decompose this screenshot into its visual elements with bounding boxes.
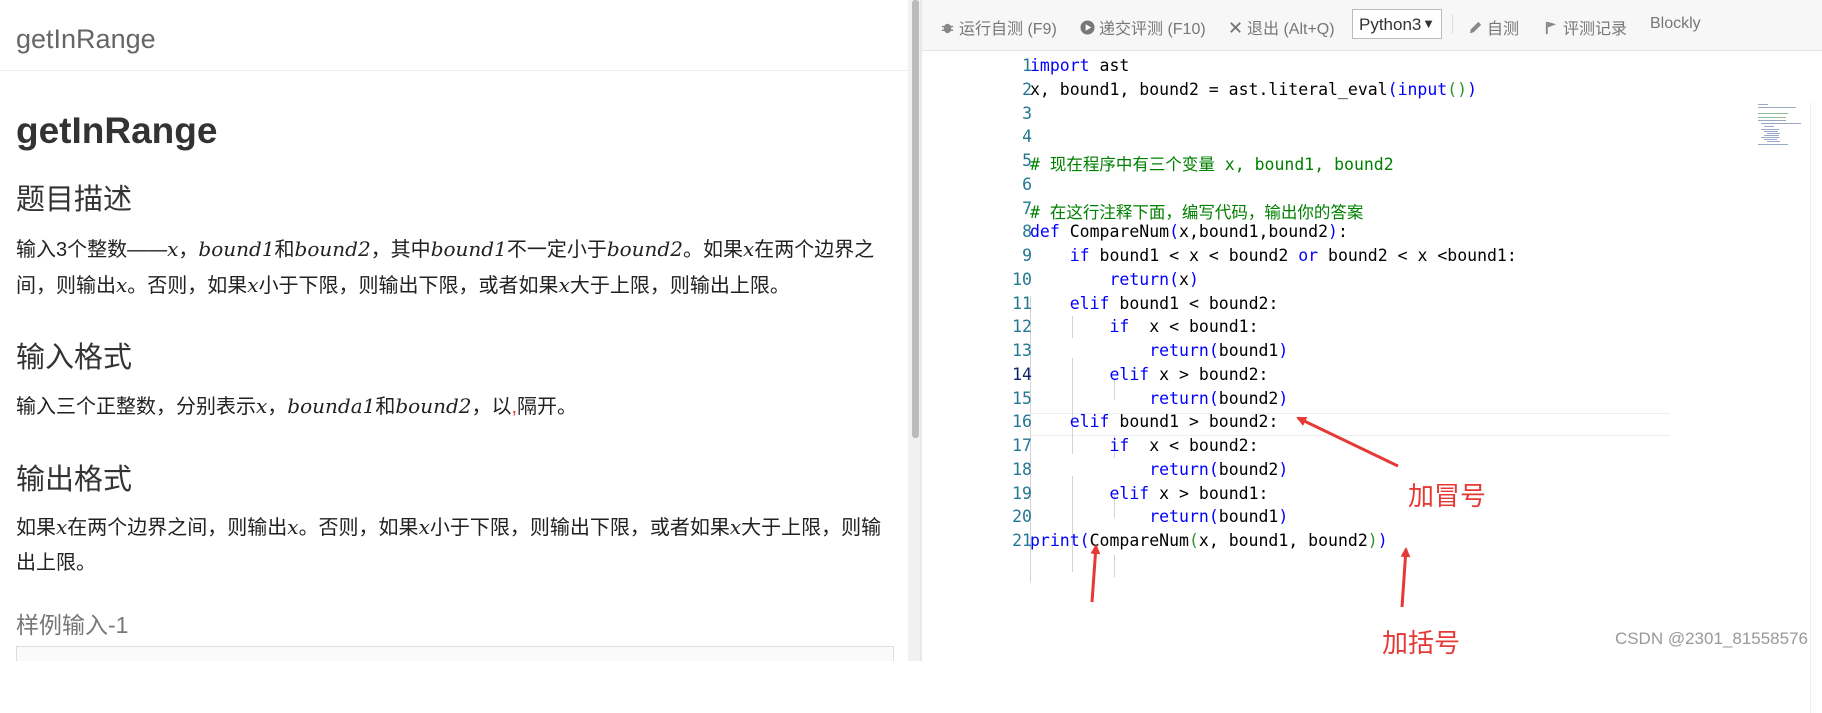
editor-scrollbar[interactable]: [1810, 102, 1822, 713]
line-number: 20: [1012, 507, 1032, 527]
line-number: 8: [1022, 222, 1032, 242]
pencil-icon: [1469, 21, 1482, 33]
code-line[interactable]: # 在这行注释下面，编写代码，输出你的答案: [1030, 199, 1363, 223]
line-number: 6: [1022, 174, 1032, 194]
code-line[interactable]: if x < bound1:: [1030, 317, 1258, 336]
code-line[interactable]: elif bound1 > bound2:: [1030, 412, 1279, 431]
line-number: 19: [1012, 483, 1032, 503]
view-title: getInRange: [16, 24, 156, 54]
line-number: 5: [1022, 151, 1032, 170]
code-line[interactable]: return(bound1): [1030, 507, 1288, 526]
submit-button[interactable]: 递交评测 (F10): [1080, 15, 1206, 39]
code-line[interactable]: return(bound2): [1030, 389, 1288, 408]
line-number: 18: [1012, 459, 1032, 479]
code-line[interactable]: x, bound1, bound2 = ast.literal_eval(inp…: [1030, 80, 1477, 99]
code-line[interactable]: elif x > bound2:: [1030, 365, 1268, 384]
code-line[interactable]: # 现在程序中有三个变量 x, bound1, bound2: [1030, 151, 1394, 175]
flag-icon: [1545, 21, 1557, 34]
blockly-button[interactable]: Blockly: [1650, 15, 1701, 33]
line-number: 7: [1022, 198, 1032, 218]
editor-toolbar: 运行自测 (F9) 递交评测 (F10) 退出 (Alt+Q) Python3 ▼…: [922, 0, 1822, 51]
self-test-button[interactable]: 自测: [1468, 15, 1519, 39]
editor-pane: 运行自测 (F9) 递交评测 (F10) 退出 (Alt+Q) Python3 ▼…: [922, 0, 1822, 713]
line-number: 16: [1012, 412, 1032, 432]
bug-icon: [941, 23, 954, 33]
line-number: 2: [1022, 79, 1032, 99]
line-number: 11: [1012, 293, 1032, 313]
code-line[interactable]: elif x > bound1:: [1030, 484, 1268, 503]
line-number: 12: [1012, 317, 1032, 337]
problem-title: getInRange: [16, 110, 218, 151]
records-button[interactable]: 评测记录: [1544, 15, 1627, 39]
output-text: 如果x在两个边界之间，则输出x。否则，如果x小于下限，则输出下限，或者如果x大于…: [16, 515, 882, 574]
language-select[interactable]: Python3 ▼: [1352, 9, 1442, 39]
close-icon: [1230, 21, 1241, 33]
colon-annotation: 加冒号: [1408, 481, 1487, 511]
line-number: 4: [1022, 127, 1032, 147]
line-number: 1: [1022, 56, 1032, 75]
code-line[interactable]: def CompareNum(x,bound1,bound2):: [1030, 222, 1348, 241]
code-line[interactable]: elif bound1 < bound2:: [1030, 294, 1279, 313]
line-number: 10: [1012, 269, 1032, 289]
code-line[interactable]: return(bound2): [1030, 460, 1288, 479]
title-divider: [0, 70, 908, 71]
chevron-down-icon: ▼: [1422, 16, 1435, 31]
line-number: 15: [1012, 388, 1032, 408]
code-line[interactable]: import ast: [1030, 56, 1129, 75]
description-text: 输入3个整数——x，bound1和bound2，其中bound1不一定小于bou…: [16, 237, 875, 297]
minimap[interactable]: [1758, 102, 1808, 147]
sample-input-heading: 样例输入-1: [16, 612, 129, 638]
input-text: 输入三个正整数，分别表示x，bounda1和bound2，以,隔开。: [16, 394, 578, 418]
paren-annotation: 加括号: [1382, 628, 1461, 658]
toolbar-separator: [1452, 14, 1453, 34]
code-line[interactable]: print(CompareNum(x, bound1, bound2)): [1030, 531, 1388, 550]
run-self-test-button[interactable]: 运行自测 (F9): [940, 15, 1057, 39]
problem-scrollbar-thumb[interactable]: [912, 0, 919, 438]
line-number: 21: [1012, 531, 1032, 550]
code-line[interactable]: if x < bound2:: [1030, 436, 1258, 455]
line-number: 14: [1012, 364, 1032, 384]
line-number: 13: [1012, 341, 1032, 360]
line-number: 9: [1022, 246, 1032, 265]
line-number: 17: [1012, 436, 1032, 455]
code-line[interactable]: return(x): [1030, 270, 1198, 289]
code-line[interactable]: if bound1 < x < bound2 or bound2 < x <bo…: [1030, 246, 1517, 265]
input-heading: 输入格式: [16, 342, 133, 374]
line-number: 3: [1022, 103, 1032, 123]
indent-guide: [1114, 555, 1115, 577]
watermark: CSDN @2301_81558576: [1614, 629, 1808, 648]
output-heading: 输出格式: [16, 464, 133, 496]
play-circle-icon: [1080, 19, 1095, 35]
code-editor[interactable]: 1 2 3 4 5 6 7 8 9 10 11 12 13 14 15 16 17 18 19 20 21 import…: [922, 52, 1822, 713]
code-line[interactable]: return(bound1): [1030, 341, 1288, 360]
problem-pane: getInRange getInRange 题目描述 输入3个整数——x，bou…: [0, 0, 908, 661]
sample-input-box: [16, 646, 894, 661]
exit-button[interactable]: 退出 (Alt+Q): [1228, 15, 1335, 39]
description-heading: 题目描述: [16, 184, 133, 216]
